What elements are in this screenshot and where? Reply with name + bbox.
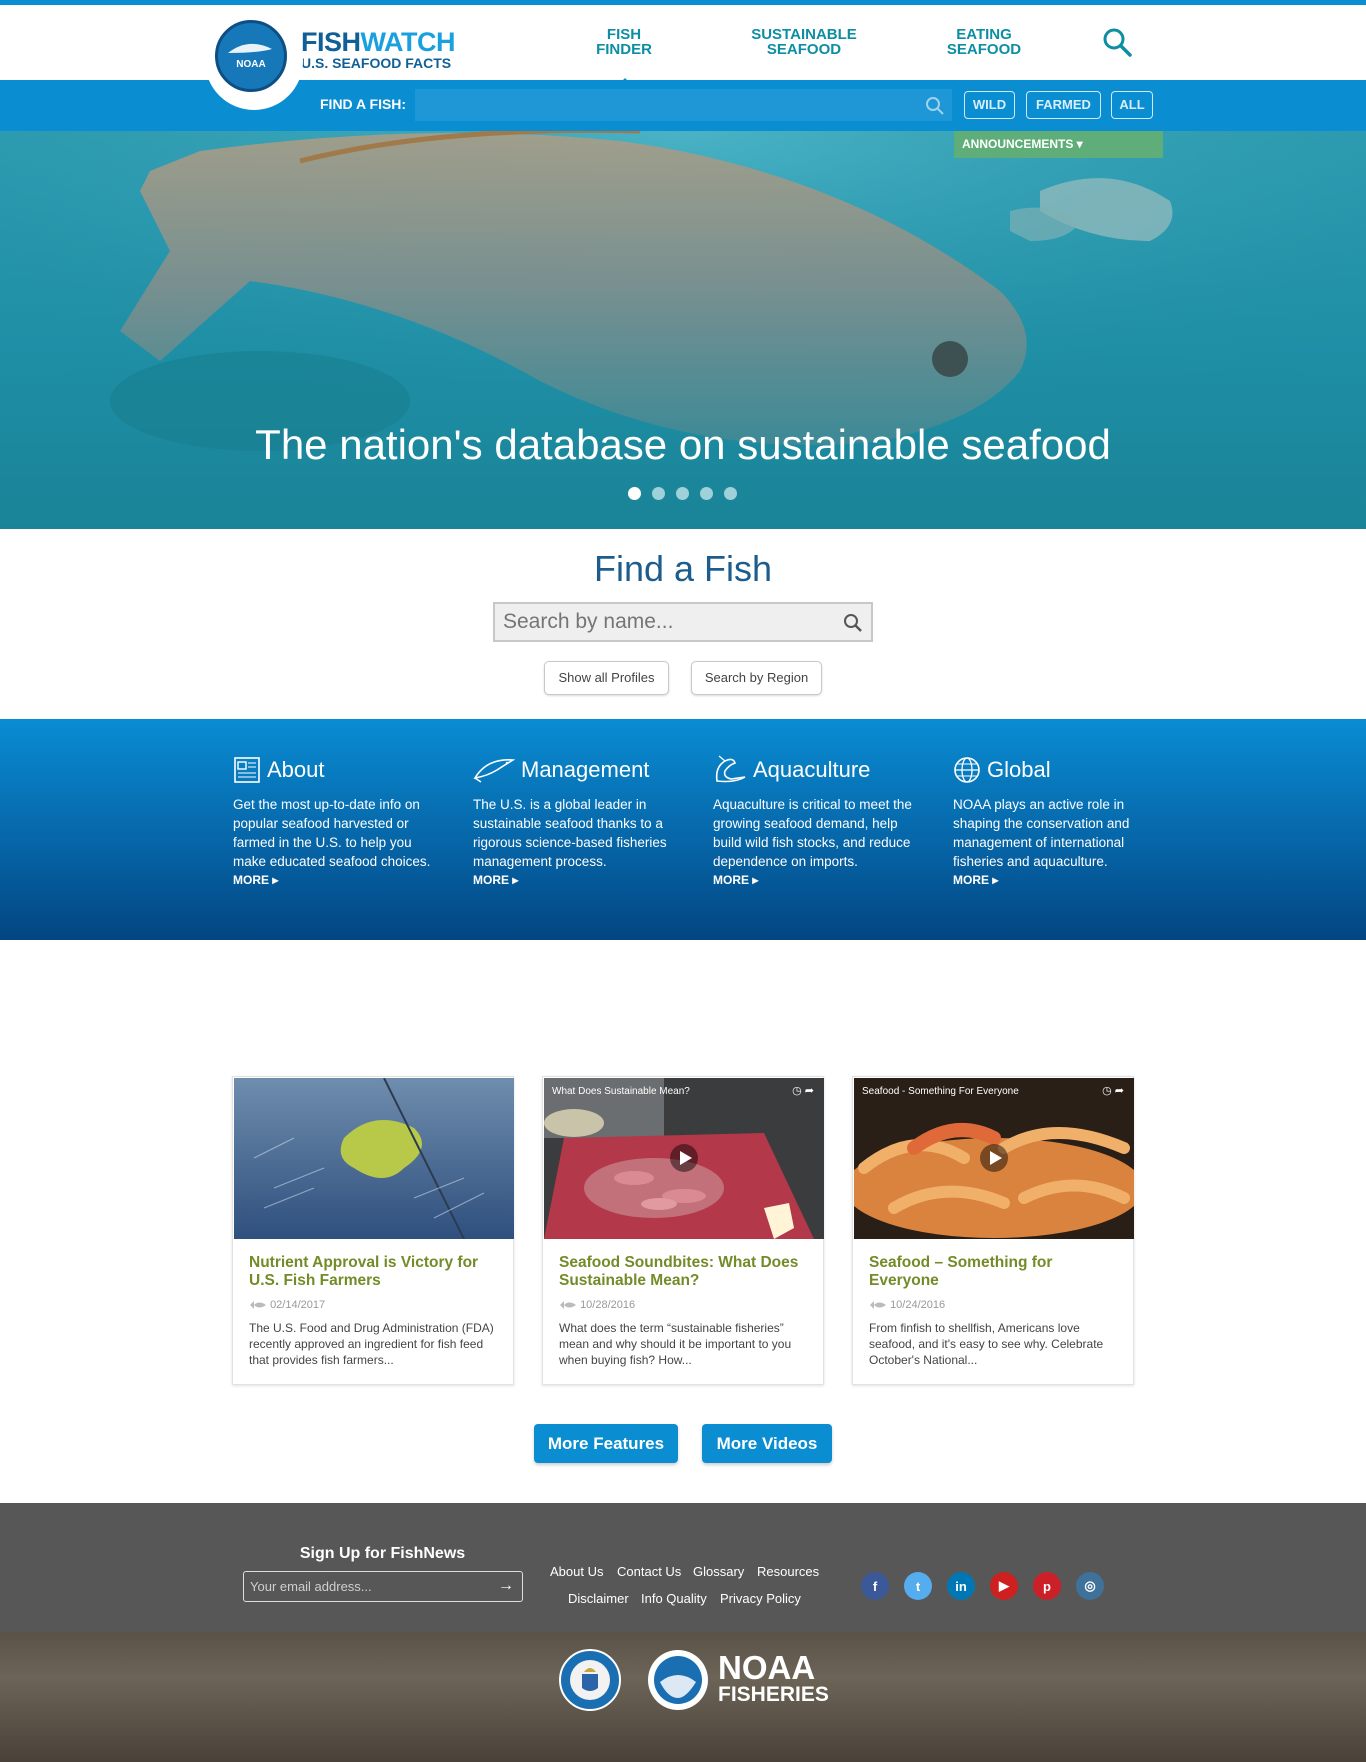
nav-eating-seafood[interactable]: EATING SEAFOOD xyxy=(914,27,1054,57)
video-title-overlay: What Does Sustainable Mean? xyxy=(552,1086,690,1097)
video-card[interactable]: Seafood - Something For Everyone ◷ ➦ Sea… xyxy=(852,1076,1134,1385)
footer-link-about-us[interactable]: About Us xyxy=(550,1564,603,1579)
fish-search-input[interactable] xyxy=(495,604,871,640)
carousel-dot-3[interactable] xyxy=(676,487,689,500)
carousel-dot-4[interactable] xyxy=(700,487,713,500)
video-card-title[interactable]: Seafood Soundbites: What Does Sustainabl… xyxy=(559,1254,809,1290)
info-global: Global NOAA plays an active role in shap… xyxy=(953,755,1153,889)
find-a-fish-input[interactable] xyxy=(416,90,951,120)
carousel-dot-5[interactable] xyxy=(724,487,737,500)
info-about: About Get the most up-to-date info on po… xyxy=(233,755,433,889)
carousel-dot-1[interactable] xyxy=(628,487,641,500)
noaa-logo-icon[interactable] xyxy=(646,1648,710,1717)
footer-link-resources[interactable]: Resources xyxy=(757,1564,819,1579)
feature-image[interactable] xyxy=(234,1078,514,1239)
feature-title[interactable]: Nutrient Approval is Victory for U.S. Fi… xyxy=(249,1254,499,1290)
brand-title: FISHWATCH xyxy=(301,27,456,57)
nav-active-caret xyxy=(616,78,634,87)
footer-link-privacy-policy[interactable]: Privacy Policy xyxy=(720,1591,801,1606)
info-management-text: The U.S. is a global leader in sustainab… xyxy=(473,797,667,869)
fish-search-wrapper xyxy=(493,602,873,642)
video-card-summary: From finfish to shellfish, Americans lov… xyxy=(869,1321,1104,1367)
more-videos-button[interactable]: More Videos xyxy=(702,1424,832,1463)
announcements-dropdown[interactable]: ANNOUNCEMENTS ▾ xyxy=(954,131,1163,158)
carousel-dot-2[interactable] xyxy=(652,487,665,500)
info-global-more-link[interactable]: MORE ▸ xyxy=(953,873,998,887)
feature-summary: The U.S. Food and Drug Administration (F… xyxy=(249,1321,494,1367)
newsletter-title: Sign Up for FishNews xyxy=(299,1545,466,1562)
hero-fish-image xyxy=(0,131,1366,529)
info-about-more-link[interactable]: MORE ▸ xyxy=(233,873,278,887)
fish-icon xyxy=(870,1301,886,1309)
search-by-region-button[interactable]: Search by Region xyxy=(691,661,822,695)
linkedin-icon[interactable]: in xyxy=(947,1572,975,1600)
filter-all-button[interactable]: ALL xyxy=(1111,91,1153,119)
footer-link-info-quality[interactable]: Info Quality xyxy=(641,1591,707,1606)
twitter-icon[interactable]: t xyxy=(904,1572,932,1600)
video-card-date: 10/24/2016 xyxy=(869,1299,945,1311)
search-icon[interactable] xyxy=(843,613,863,633)
hero-carousel xyxy=(0,131,1366,529)
info-global-text: NOAA plays an active role in shaping the… xyxy=(953,797,1130,869)
show-all-profiles-button[interactable]: Show all Profiles xyxy=(544,661,669,695)
doc-seal-icon[interactable] xyxy=(558,1648,622,1717)
info-aquaculture-title: Aquaculture xyxy=(753,757,871,782)
find-a-fish-input-wrapper xyxy=(415,89,952,121)
video-title-overlay: Seafood - Something For Everyone xyxy=(862,1086,1019,1097)
info-global-title: Global xyxy=(987,757,1051,782)
feature-card[interactable]: Nutrient Approval is Victory for U.S. Fi… xyxy=(232,1076,514,1385)
fish-icon xyxy=(250,1301,266,1309)
info-management: Management The U.S. is a global leader i… xyxy=(473,755,673,889)
footer-link-disclaimer[interactable]: Disclaimer xyxy=(568,1591,629,1606)
noaa-fisheries-wordmark[interactable]: NOAA FISHERIES xyxy=(718,1651,829,1705)
noaa-logo[interactable]: NOAA xyxy=(205,12,303,110)
newsletter-email-input[interactable] xyxy=(244,1572,522,1601)
hero-headline: The nation's database on sustainable sea… xyxy=(255,421,1111,468)
info-aquaculture: Aquaculture Aquaculture is critical to m… xyxy=(713,755,913,889)
shrimp-icon xyxy=(715,755,746,783)
nav-sustainable-seafood[interactable]: SUSTAINABLE SEAFOOD xyxy=(734,27,874,57)
info-aquaculture-more-link[interactable]: MORE ▸ xyxy=(713,873,758,887)
info-management-title: Management xyxy=(521,757,650,782)
instagram-icon[interactable]: ◎ xyxy=(1076,1572,1104,1600)
filter-wild-button[interactable]: WILD xyxy=(964,91,1015,119)
info-about-title: About xyxy=(267,757,325,782)
feature-date: 02/14/2017 xyxy=(249,1299,325,1311)
svg-text:NOAA: NOAA xyxy=(236,59,265,70)
filter-farmed-button[interactable]: FARMED xyxy=(1026,91,1101,119)
info-aquaculture-text: Aquaculture is critical to meet the grow… xyxy=(713,797,912,869)
find-a-fish-title: Find a Fish xyxy=(593,548,773,589)
info-about-text: Get the most up-to-date info on popular … xyxy=(233,797,431,869)
info-band xyxy=(0,719,1366,940)
arrow-right-icon[interactable]: → xyxy=(498,1577,514,1595)
youtube-icon[interactable]: ▶ xyxy=(990,1572,1018,1600)
footer-link-contact-us[interactable]: Contact Us xyxy=(617,1564,681,1579)
pinterest-icon[interactable]: p xyxy=(1033,1572,1061,1600)
video-thumbnail[interactable]: Seafood - Something For Everyone ◷ ➦ xyxy=(854,1078,1134,1239)
video-thumbnail[interactable]: What Does Sustainable Mean? ◷ ➦ xyxy=(544,1078,824,1239)
noaa-emblem-icon: NOAA xyxy=(215,20,287,92)
globe-icon xyxy=(954,757,980,783)
search-icon[interactable] xyxy=(925,96,945,116)
video-card[interactable]: What Does Sustainable Mean? ◷ ➦ Seafood … xyxy=(542,1076,824,1385)
fish-icon xyxy=(560,1301,576,1309)
newspaper-icon xyxy=(234,757,260,783)
footer-link-glossary[interactable]: Glossary xyxy=(693,1564,744,1579)
find-a-fish-label: FIND A FISH: xyxy=(320,96,407,112)
facebook-icon[interactable]: f xyxy=(861,1572,889,1600)
brand-wordmark[interactable]: FISHWATCH U.S. SEAFOOD FACTS xyxy=(301,27,456,71)
video-card-date: 10/28/2016 xyxy=(559,1299,635,1311)
more-features-button[interactable]: More Features xyxy=(534,1424,678,1463)
fish-outline-icon xyxy=(473,759,515,783)
nav-fish-finder[interactable]: FISH FINDER xyxy=(554,27,694,57)
brand-subtitle: U.S. SEAFOOD FACTS xyxy=(301,55,452,71)
video-card-summary: What does the term “sustainable fisherie… xyxy=(559,1321,792,1367)
share-icon[interactable]: ◷ ➦ xyxy=(1102,1084,1124,1097)
newsletter-email-wrapper: → xyxy=(243,1571,523,1602)
video-card-title[interactable]: Seafood – Something for Everyone xyxy=(869,1254,1119,1290)
search-icon[interactable] xyxy=(1102,27,1132,62)
site-footer xyxy=(0,1503,1366,1632)
info-management-more-link[interactable]: MORE ▸ xyxy=(473,873,518,887)
share-icon[interactable]: ◷ ➦ xyxy=(792,1084,814,1097)
